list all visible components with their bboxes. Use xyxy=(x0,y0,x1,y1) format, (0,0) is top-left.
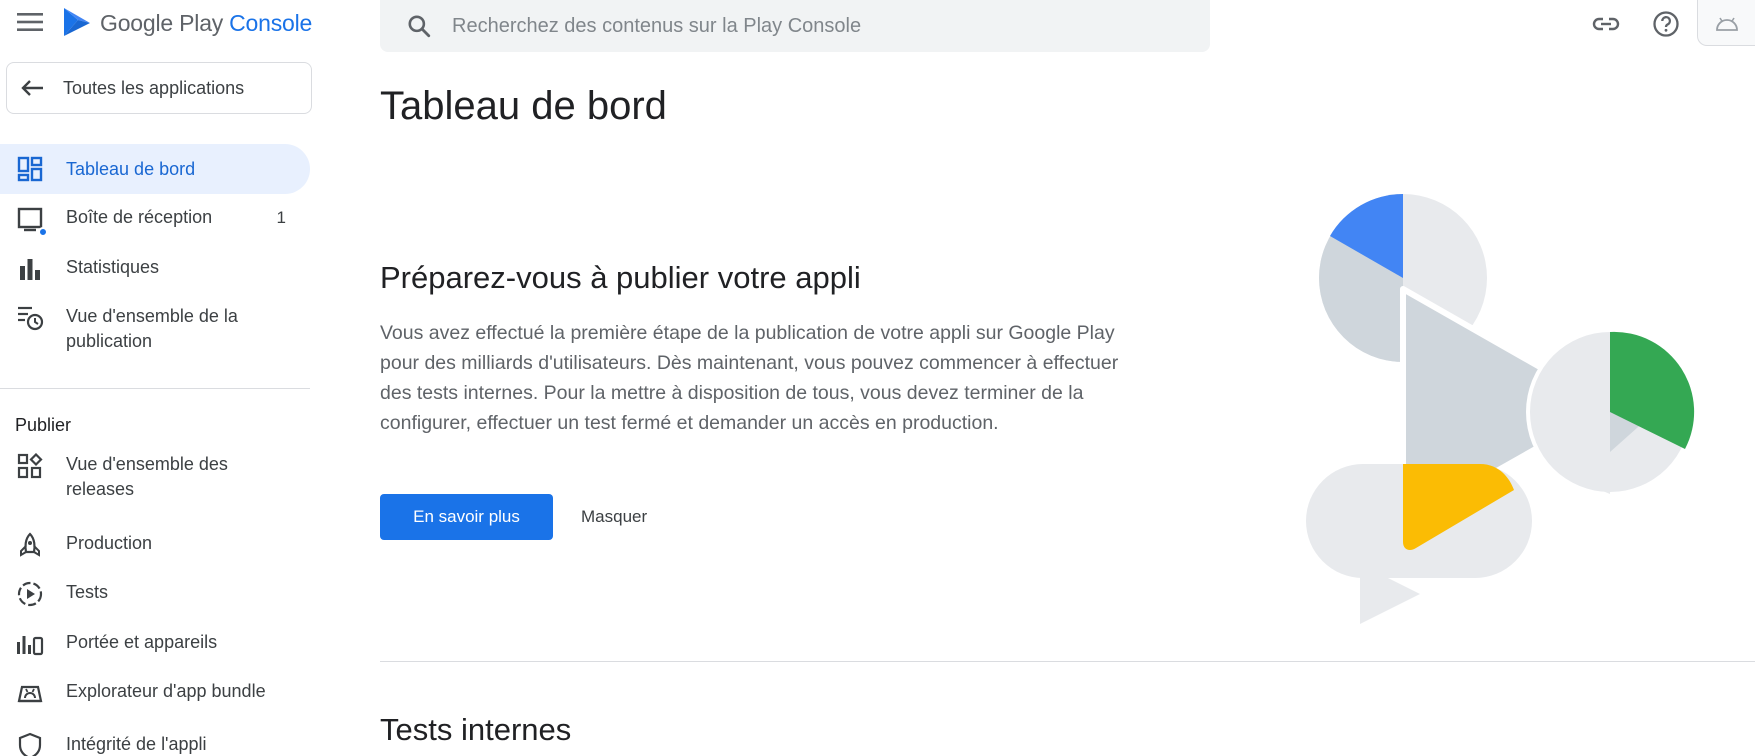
sidebar-item-label: Portée et appareils xyxy=(66,632,218,652)
link-icon[interactable] xyxy=(1588,6,1624,42)
sidebar-item-label: Statistiques xyxy=(66,257,160,277)
search-bar[interactable] xyxy=(380,0,1210,52)
sidebar-item-inbox[interactable]: Boîte de réception 1 xyxy=(0,205,310,237)
sidebar: Toutes les applications Tableau de bord … xyxy=(0,56,320,756)
sidebar-item-label: Boîte de réception xyxy=(66,207,213,227)
help-icon[interactable] xyxy=(1648,6,1684,42)
sidebar-item-statistics[interactable]: Statistiques xyxy=(0,255,310,283)
play-console-logo-icon xyxy=(64,8,90,36)
brand-name: Google Play xyxy=(100,9,224,36)
sidebar-item-tests[interactable]: Tests xyxy=(0,580,310,608)
android-icon xyxy=(1715,17,1738,31)
sidebar-item-label: Tests xyxy=(66,582,109,602)
section-divider xyxy=(380,661,1755,662)
internal-tests-heading: Tests internes xyxy=(380,712,572,747)
publish-card-title: Préparez-vous à publier votre appli xyxy=(380,260,861,295)
sidebar-item-label: Vue d'ensemble des releases xyxy=(66,454,228,499)
publish-card-body: Vous avez effectué la première étape de … xyxy=(380,322,1119,434)
menu-icon[interactable] xyxy=(14,9,46,35)
app-bundle-explorer-icon xyxy=(16,679,44,707)
sidebar-item-production[interactable]: Production xyxy=(0,531,310,559)
sidebar-item-releases-overview[interactable]: Vue d'ensemble des releases xyxy=(0,452,310,502)
testing-icon xyxy=(16,580,44,608)
inbox-count-badge: 1 xyxy=(276,208,286,227)
inbox-icon xyxy=(16,205,48,237)
sidebar-item-label: Tableau de bord xyxy=(66,158,196,179)
bar-chart-icon xyxy=(16,255,44,283)
arrow-back-icon xyxy=(21,80,43,96)
all-apps-button[interactable]: Toutes les applications xyxy=(6,62,312,114)
releases-overview-icon xyxy=(16,452,44,480)
unread-dot xyxy=(38,227,48,237)
search-icon xyxy=(408,15,431,38)
all-apps-label: Toutes les applications xyxy=(63,77,245,98)
sidebar-item-dashboard[interactable]: Tableau de bord xyxy=(0,144,310,194)
main-content: Tableau de bord Préparez-vous à publier … xyxy=(380,56,1755,756)
sidebar-item-app-bundle-explorer[interactable]: Explorateur d'app bundle xyxy=(0,679,310,707)
sidebar-item-label: Intégrité de l'appli xyxy=(66,734,207,754)
sidebar-item-publishing-overview[interactable]: Vue d'ensemble de la publication xyxy=(0,304,310,354)
sidebar-item-label: Vue d'ensemble de la publication xyxy=(66,306,238,351)
play-console-logo[interactable]: Google Play Console xyxy=(62,4,312,42)
sidebar-divider xyxy=(0,388,310,389)
production-icon xyxy=(16,531,44,559)
learn-more-button[interactable]: En savoir plus xyxy=(380,494,553,540)
publishing-overview-icon xyxy=(16,304,44,332)
page-title: Tableau de bord xyxy=(380,84,667,128)
publish-section-title: Publier xyxy=(15,415,72,435)
sidebar-item-app-integrity[interactable]: Intégrité de l'appli xyxy=(0,732,310,756)
dismiss-button[interactable]: Masquer xyxy=(573,494,655,540)
sidebar-item-reach-devices[interactable]: Portée et appareils xyxy=(0,630,310,658)
brand-accent: Console xyxy=(229,9,313,36)
app-integrity-icon xyxy=(16,732,44,756)
top-bar: Google Play Console xyxy=(0,0,1755,56)
sidebar-item-label: Explorateur d'app bundle xyxy=(66,681,266,701)
search-input[interactable] xyxy=(452,14,1172,38)
app-avatar[interactable] xyxy=(1697,0,1755,46)
reach-devices-icon xyxy=(16,630,44,658)
dashboard-icon xyxy=(16,155,44,183)
sidebar-item-label: Production xyxy=(66,533,153,553)
publish-illustration xyxy=(1306,194,1695,624)
